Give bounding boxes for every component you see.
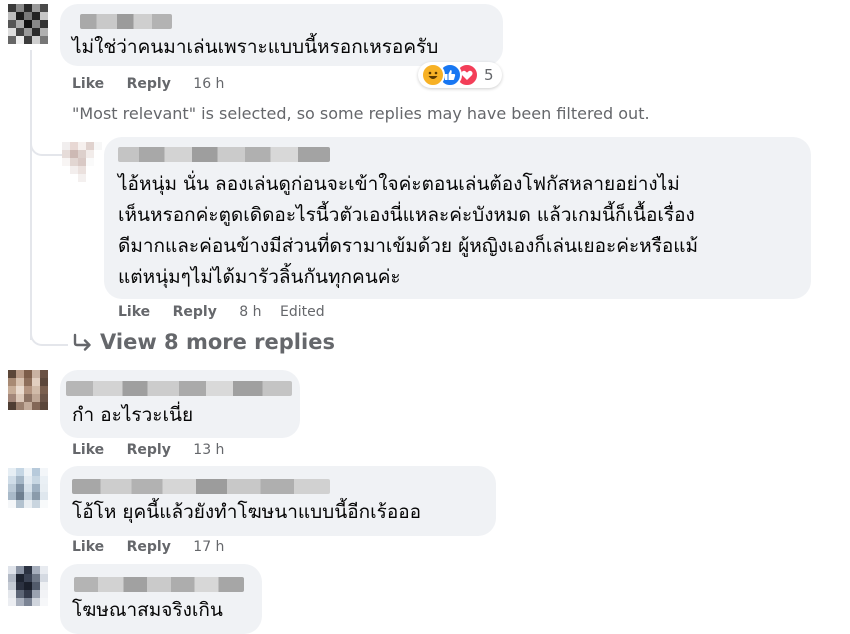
comment-text: โอ้โห ยุคนี้แล้วยังทำโฆษนาแบบนี้อีกเร้ออ… xyxy=(72,501,422,523)
reply-text-line-1: ไอ้หนุ่ม นั่น ลองเล่นดูก่อนจะเข้าใจค่ะตอ… xyxy=(118,173,680,195)
avatar[interactable] xyxy=(62,142,102,182)
timestamp[interactable]: 8 h xyxy=(239,304,261,320)
comment-actions: Like Reply 13 h xyxy=(72,442,238,458)
comment-bubble: ไม่ใช่ว่าคนมาเล่นเพราะแบบนี้หรอกเหรอครับ xyxy=(60,4,503,66)
avatar[interactable] xyxy=(8,468,48,508)
timestamp[interactable]: 16 h xyxy=(193,76,224,92)
reaction-summary[interactable]: 5 xyxy=(418,62,502,88)
reply-button[interactable]: Reply xyxy=(127,442,171,458)
avatar[interactable] xyxy=(8,566,48,606)
thread-line-view-more-connector xyxy=(30,320,68,346)
timestamp[interactable]: 13 h xyxy=(193,442,224,458)
comment-text: ไม่ใช่ว่าคนมาเล่นเพราะแบบนี้หรอกเหรอครับ xyxy=(72,36,439,58)
comment-bubble: โฆษณาสมจริงเกิน xyxy=(60,564,262,634)
avatar[interactable] xyxy=(8,4,48,44)
view-more-label: View 8 more replies xyxy=(100,330,335,354)
like-button[interactable]: Like xyxy=(72,76,104,92)
reply-actions: Like Reply 8 h Edited xyxy=(118,304,325,320)
author-name-blurred[interactable] xyxy=(80,14,172,29)
reply-text-line-4: แต่หนุ่มๆไม่ได้มารัวลิ้นกันทุกคนค่ะ xyxy=(118,266,401,288)
timestamp[interactable]: 17 h xyxy=(193,539,224,555)
like-button[interactable]: Like xyxy=(118,304,150,320)
comment-text: โฆษณาสมจริงเกิน xyxy=(72,599,223,621)
like-button[interactable]: Like xyxy=(72,442,104,458)
author-name-blurred[interactable] xyxy=(118,147,330,162)
comment-bubble: โอ้โห ยุคนี้แล้วยังทำโฆษนาแบบนี้อีกเร้ออ… xyxy=(60,466,496,536)
reply-button[interactable]: Reply xyxy=(173,304,217,320)
like-button[interactable]: Like xyxy=(72,539,104,555)
reply-text-line-2: เห็นหรอกค่ะตูดเดิดอะไรนี้วตัวเองนี่แหละค… xyxy=(118,204,695,226)
filter-notice: "Most relevant" is selected, so some rep… xyxy=(72,104,650,123)
thread-line-vertical xyxy=(30,50,32,340)
reply-bubble: ไอ้หนุ่ม นั่น ลองเล่นดูก่อนจะเข้าใจค่ะตอ… xyxy=(104,137,811,299)
view-more-replies-button[interactable]: View 8 more replies xyxy=(72,330,335,354)
author-name-blurred[interactable] xyxy=(66,381,292,396)
reply-button[interactable]: Reply xyxy=(127,76,171,92)
avatar[interactable] xyxy=(8,370,48,410)
haha-icon xyxy=(421,63,445,87)
comment-actions: Like Reply 17 h xyxy=(72,539,238,555)
comment-text: กำ อะไรวะเนี่ย xyxy=(72,404,194,426)
author-name-blurred[interactable] xyxy=(72,479,330,494)
reply-arrow-icon xyxy=(73,333,91,351)
reply-button[interactable]: Reply xyxy=(127,539,171,555)
comment-actions: Like Reply 16 h xyxy=(72,76,238,92)
author-name-blurred[interactable] xyxy=(74,577,244,592)
comment-bubble: กำ อะไรวะเนี่ย xyxy=(60,370,300,438)
reaction-count: 5 xyxy=(484,66,494,84)
edited-label: Edited xyxy=(279,304,325,320)
reply-text-line-3: ดีมากและค่อนข้างมีส่วนที่ดรามาเข้มด้วย ผ… xyxy=(118,235,699,257)
